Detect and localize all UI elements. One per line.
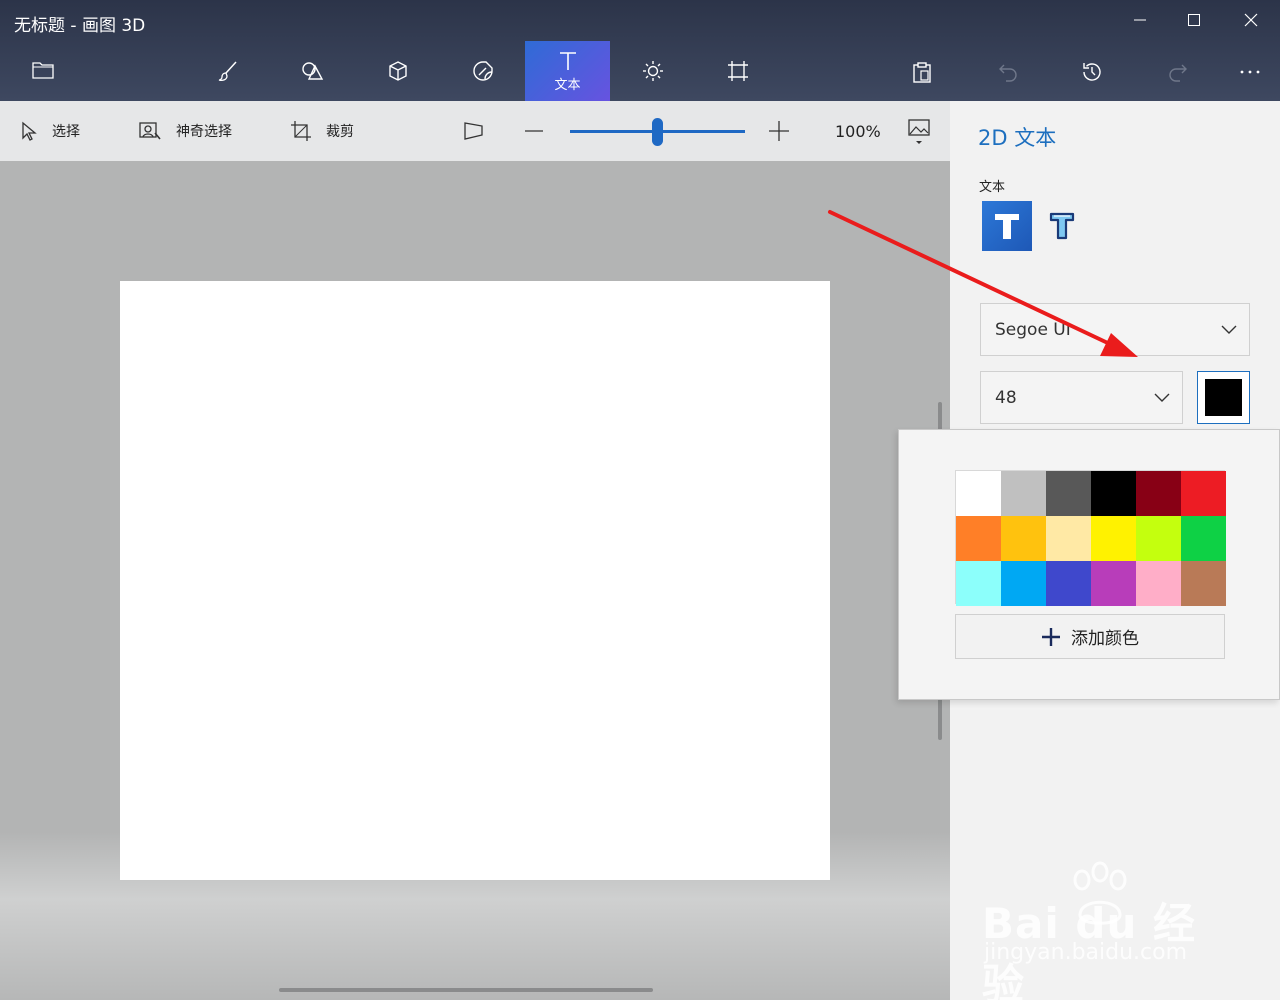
tool-text-label: 文本 [554,77,581,93]
image-icon [908,119,930,144]
color-swatch-12[interactable] [956,561,1001,606]
color-swatch-3[interactable] [1091,471,1136,516]
minus-icon [525,130,543,132]
font-family-dropdown[interactable]: Segoe UI [980,303,1250,356]
text-section-label: 文本 [979,180,1006,195]
add-color-button[interactable]: 添加颜色 [955,614,1225,659]
window-title: 无标题 - 画图 3D [14,16,146,36]
zoom-slider-thumb[interactable] [652,118,663,146]
magic-select-icon [139,122,161,140]
brush-icon [218,61,237,82]
color-swatch-13[interactable] [1001,561,1046,606]
paste-button[interactable] [902,52,942,92]
pointer-icon [22,121,37,141]
baidu-watermark: Bai du 经验 jingyan.baidu.com [982,860,1222,1000]
close-icon [1244,13,1258,27]
panel-title: 2D 文本 [978,126,1057,150]
minimize-button[interactable] [1125,8,1155,32]
title-bar: 无标题 - 画图 3D 文本 [0,0,1280,101]
font-size-value: 48 [995,387,1017,408]
more-icon [1240,70,1260,74]
canvas-icon [727,61,748,81]
text-3d-button[interactable] [1040,201,1084,251]
text-icon [559,51,576,70]
view-3d-button[interactable] [462,101,500,161]
color-swatch-7[interactable] [1001,516,1046,561]
color-palette [955,470,1226,606]
text-color-swatch [1205,379,1242,416]
crop-icon [291,121,311,141]
tool-brushes[interactable] [185,41,270,101]
text-2d-button[interactable] [982,201,1032,251]
paste-icon [913,62,931,83]
select-button[interactable]: 选择 [20,101,80,161]
chevron-down-icon [1221,325,1237,334]
crop-button[interactable]: 裁剪 [290,101,354,161]
tool-3d-shapes[interactable] [355,41,440,101]
color-swatch-14[interactable] [1046,561,1091,606]
sun-icon [642,61,663,81]
undo-button[interactable] [988,52,1028,92]
magic-select-label: 神奇选择 [176,124,232,140]
redo-button[interactable] [1158,52,1198,92]
history-icon [1083,63,1101,81]
sticker-icon [472,61,493,81]
zoom-value[interactable]: 100% [835,101,881,161]
view-options-button[interactable] [907,101,945,161]
undo-icon [999,64,1017,82]
menu-button[interactable] [23,50,63,90]
watermark-url: jingyan.baidu.com [984,940,1188,965]
redo-icon [1169,64,1187,82]
color-swatch-15[interactable] [1091,561,1136,606]
minimize-icon [1134,19,1146,21]
font-family-value: Segoe UI [995,319,1071,340]
tool-canvas[interactable] [695,41,780,101]
add-color-label: 添加颜色 [1071,629,1139,649]
color-swatch-8[interactable] [1046,516,1091,561]
text-color-button[interactable] [1197,371,1250,424]
maximize-button[interactable] [1179,8,1209,32]
text-2d-icon [995,214,1019,239]
color-swatch-2[interactable] [1046,471,1091,516]
more-button[interactable] [1230,52,1270,92]
text-3d-icon [1049,212,1075,240]
plus-icon [769,121,789,141]
horizontal-scrollbar[interactable] [279,988,653,992]
crop-label: 裁剪 [326,124,354,140]
maximize-icon [1188,14,1200,26]
perspective-icon [464,122,483,140]
color-swatch-4[interactable] [1136,471,1181,516]
color-swatch-9[interactable] [1091,516,1136,561]
tool-2d-shapes[interactable] [270,41,355,101]
color-swatch-17[interactable] [1181,561,1226,606]
color-swatch-16[interactable] [1136,561,1181,606]
font-size-dropdown[interactable]: 48 [980,371,1183,424]
color-swatch-0[interactable] [956,471,1001,516]
chevron-down-icon [1154,393,1170,402]
close-button[interactable] [1236,8,1266,32]
history-button[interactable] [1072,52,1112,92]
color-swatch-5[interactable] [1181,471,1226,516]
tool-stickers[interactable] [440,41,525,101]
cube-icon [388,61,407,81]
folder-icon [32,62,54,79]
shapes-icon [301,62,323,80]
tool-effects[interactable] [610,41,695,101]
select-label: 选择 [52,124,80,140]
zoom-out-button[interactable] [524,101,558,161]
plus-icon [1042,627,1060,646]
color-swatch-6[interactable] [956,516,1001,561]
sub-toolbar: 选择 神奇选择 裁剪 100% [0,101,950,161]
color-swatch-11[interactable] [1181,516,1226,561]
color-swatch-1[interactable] [1001,471,1046,516]
tool-text[interactable]: 文本 [525,41,610,101]
color-swatch-10[interactable] [1136,516,1181,561]
drawing-canvas[interactable] [120,281,830,880]
zoom-in-button[interactable] [768,101,804,161]
magic-select-button[interactable]: 神奇选择 [138,101,232,161]
